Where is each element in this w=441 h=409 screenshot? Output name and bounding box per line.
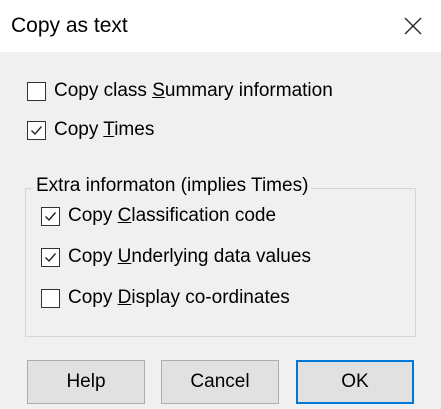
classification-checkbox[interactable] bbox=[41, 206, 60, 226]
dialog-title: Copy as text bbox=[11, 14, 128, 37]
check-mark-icon bbox=[31, 125, 43, 135]
display-checkbox[interactable] bbox=[41, 288, 60, 308]
copy-as-text-dialog: Copy as text Copy class Summary informat… bbox=[0, 0, 441, 409]
extra-info-group-label: Extra informaton (implies Times) bbox=[33, 175, 312, 197]
underlying-label: Copy Underlying data values bbox=[68, 246, 311, 267]
times-label: Copy Times bbox=[54, 119, 155, 140]
close-button[interactable] bbox=[397, 10, 429, 42]
summary-label: Copy class Summary information bbox=[54, 80, 333, 101]
summary-option[interactable]: Copy class Summary information bbox=[27, 79, 333, 103]
close-icon bbox=[404, 17, 422, 35]
cancel-button[interactable]: Cancel bbox=[161, 360, 279, 404]
classification-option[interactable]: Copy Classification code bbox=[41, 204, 276, 228]
display-label: Copy Display co-ordinates bbox=[68, 287, 290, 308]
times-checkbox[interactable] bbox=[27, 120, 46, 140]
title-bar: Copy as text bbox=[0, 0, 441, 52]
underlying-checkbox[interactable] bbox=[41, 247, 60, 267]
classification-label: Copy Classification code bbox=[68, 205, 277, 226]
summary-checkbox[interactable] bbox=[27, 81, 46, 101]
times-option[interactable]: Copy Times bbox=[27, 118, 154, 142]
dialog-body: Copy class Summary information Copy Time… bbox=[0, 52, 441, 409]
help-button[interactable]: Help bbox=[27, 360, 145, 404]
display-option[interactable]: Copy Display co-ordinates bbox=[41, 286, 290, 310]
check-mark-icon bbox=[45, 252, 57, 262]
underlying-option[interactable]: Copy Underlying data values bbox=[41, 245, 311, 269]
check-mark-icon bbox=[45, 211, 57, 221]
ok-button[interactable]: OK bbox=[296, 360, 414, 404]
